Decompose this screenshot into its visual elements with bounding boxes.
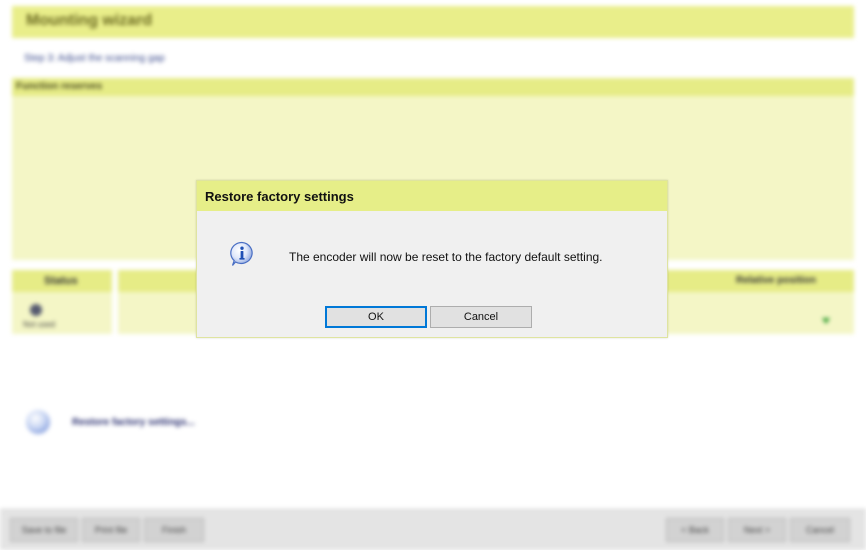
save-to-file-button[interactable]: Save to file xyxy=(10,518,78,542)
restore-factory-dialog: Restore factory settings The encoder wil… xyxy=(196,180,668,338)
ok-button[interactable]: OK xyxy=(325,306,427,328)
dialog-title: Restore factory settings xyxy=(205,189,354,204)
restore-info-icon xyxy=(26,410,50,434)
function-panel-header xyxy=(12,78,854,96)
status-value: Not used xyxy=(23,320,56,329)
relative-position-column-header: Relative position xyxy=(736,275,817,286)
finish-button[interactable]: Finish xyxy=(144,518,204,542)
status-indicator-icon xyxy=(30,304,42,316)
function-panel-title: Function reserves xyxy=(16,81,103,92)
restore-factory-link[interactable]: Restore factory settings... xyxy=(72,417,195,428)
back-button[interactable]: < Back xyxy=(666,518,724,542)
cancel-wizard-button[interactable]: Cancel xyxy=(790,518,850,542)
status-column-header: Status xyxy=(44,275,78,287)
step-text: Step 3: Adjust the scanning gap xyxy=(24,53,165,64)
column-divider xyxy=(112,270,118,334)
dialog-message: The encoder will now be reset to the fac… xyxy=(289,250,603,264)
cancel-button[interactable]: Cancel xyxy=(430,306,532,328)
position-arrow-icon xyxy=(822,318,830,324)
info-icon xyxy=(230,241,253,266)
print-file-button[interactable]: Print file xyxy=(82,518,140,542)
wizard-title: Mounting wizard xyxy=(26,12,153,29)
next-button[interactable]: Next > xyxy=(728,518,786,542)
